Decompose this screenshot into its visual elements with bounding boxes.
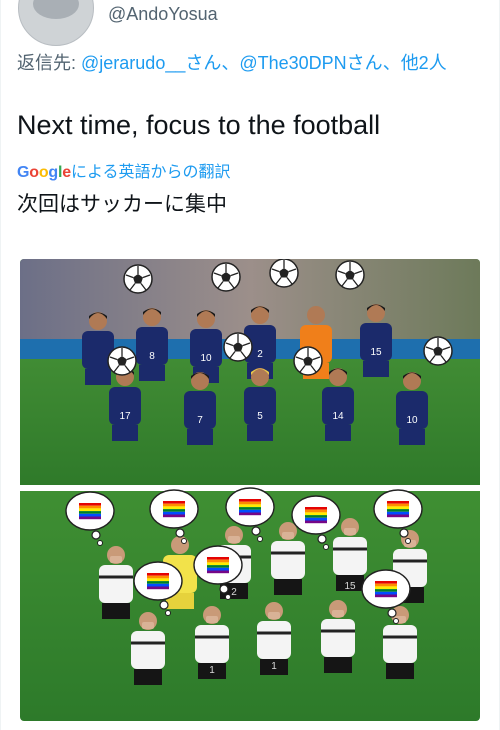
football-thought-icon (293, 346, 323, 376)
jersey-number: 2 (231, 587, 237, 598)
tweet-text: Next time, focus to the football (17, 110, 381, 140)
jersey-number: 8 (149, 351, 155, 362)
mention-separator-2: 、 (382, 53, 401, 73)
avatar[interactable] (18, 0, 94, 46)
jersey-number: 17 (119, 411, 131, 422)
jersey-number: 10 (406, 415, 418, 426)
jersey-number: 14 (332, 411, 344, 422)
football-thought-icon (335, 260, 365, 290)
jersey-number: 15 (344, 581, 356, 592)
left-border (0, 0, 1, 730)
others-link[interactable]: 他2人 (401, 53, 447, 73)
germany-team-photo: 2 15 1 1 (20, 487, 480, 721)
translation-attribution[interactable]: Googleによる英語からの翻訳 (17, 158, 230, 182)
football-thought-icon (223, 332, 253, 362)
jersey-number: 7 (197, 415, 203, 426)
jersey-number: 15 (370, 347, 382, 358)
mention-separator-1: 、 (221, 53, 240, 73)
reply-prefix: 返信先: (17, 53, 82, 73)
football-thought-icon (107, 346, 137, 376)
reply-to-line: 返信先: @jerarudo__さん、@The30DPNさん、他2人 (17, 50, 487, 76)
football-thought-icon (123, 264, 153, 294)
football-thought-icon (269, 259, 299, 288)
jersey-number: 1 (271, 661, 277, 672)
translation-label: による英語からの翻訳 (70, 164, 231, 181)
mention-link-1[interactable]: @jerarudo__さん (81, 53, 221, 73)
translated-text: 次回はサッカーに集中 (17, 193, 227, 216)
mention-link-2[interactable]: @The30DPNさん (239, 53, 382, 73)
japan-team-photo: 8 10 2 15 17 7 5 14 10 (20, 259, 480, 485)
tweet-image[interactable]: 8 10 2 15 17 7 5 14 10 2 15 1 1 (20, 259, 480, 721)
jersey-number: 10 (200, 353, 212, 364)
football-thought-icon (423, 336, 453, 366)
football-thought-icon (211, 262, 241, 292)
jersey-number: 1 (209, 665, 215, 676)
jersey-number: 2 (257, 349, 263, 360)
jersey-number: 5 (257, 411, 263, 422)
user-handle[interactable]: @AndoYosua (108, 4, 218, 25)
google-logo-icon: Google (17, 164, 71, 181)
